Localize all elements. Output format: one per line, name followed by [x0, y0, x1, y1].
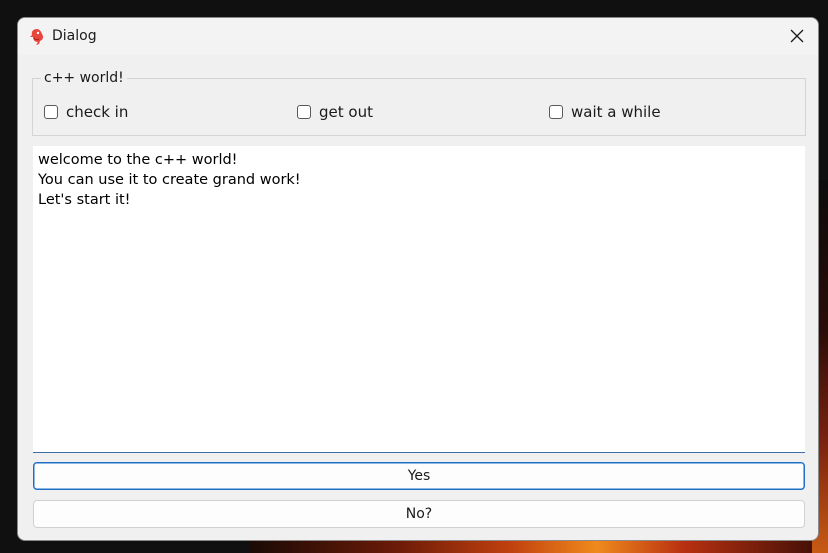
checkbox-box[interactable]: [297, 105, 311, 119]
checkbox-get-out[interactable]: get out: [297, 102, 373, 122]
checkbox-wait-a-while[interactable]: wait a while: [549, 102, 661, 122]
checkbox-box[interactable]: [44, 105, 58, 119]
text-editor[interactable]: welcome to the c++ world! You can use it…: [33, 146, 805, 453]
checkbox-box[interactable]: [549, 105, 563, 119]
yes-button[interactable]: Yes: [33, 462, 805, 490]
window-title: Dialog: [52, 28, 97, 44]
dialog-window: Dialog c++ world! check in get out wait …: [17, 17, 819, 541]
editor-line: welcome to the c++ world!: [38, 152, 238, 168]
checkbox-label: wait a while: [571, 103, 661, 121]
close-button[interactable]: [776, 18, 818, 54]
app-logo-icon: [30, 29, 44, 45]
no-button[interactable]: No?: [33, 500, 805, 528]
checkbox-check-in[interactable]: check in: [44, 102, 128, 122]
groupbox-title: c++ world!: [41, 69, 127, 87]
editor-line: You can use it to create grand work!: [38, 172, 301, 188]
title-bar[interactable]: Dialog: [18, 18, 818, 55]
close-icon: [790, 29, 804, 43]
editor-line: Let's start it!: [38, 192, 131, 208]
checkbox-label: get out: [319, 103, 373, 121]
checkbox-label: check in: [66, 103, 129, 121]
options-groupbox: c++ world! check in get out wait a while: [32, 69, 806, 136]
